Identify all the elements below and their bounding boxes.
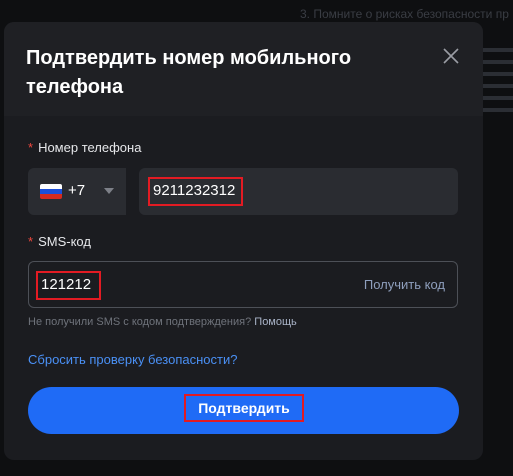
required-mark: * <box>28 234 34 249</box>
sms-code-value: 121212 <box>36 271 102 300</box>
confirm-button[interactable]: Подтвердить <box>28 387 459 434</box>
phone-input-value: 9211232312 <box>148 177 244 206</box>
russia-flag-icon <box>40 184 62 199</box>
background-text: 3. Помните о рисках безопасности пр <box>300 6 513 22</box>
phone-input[interactable]: 9211232312 <box>139 168 458 215</box>
modal-title: Подтвердить номер мобильного телефона <box>26 47 352 98</box>
verify-phone-modal: Подтвердить номер мобильного телефона * Н… <box>4 22 483 460</box>
sms-label-text: SMS-код <box>38 234 91 249</box>
modal-header: Подтвердить номер мобильного телефона <box>4 22 483 116</box>
get-code-button[interactable]: Получить код <box>364 277 445 292</box>
sms-hint: Не получили SMS с кодом подтверждения? П… <box>28 316 297 328</box>
close-icon[interactable] <box>439 44 463 68</box>
phone-label-text: Номер телефона <box>38 140 142 155</box>
sms-hint-text: Не получили SMS с кодом подтверждения? <box>28 316 252 328</box>
help-link[interactable]: Помощь <box>254 316 297 328</box>
country-code-select[interactable]: +7 <box>28 168 126 215</box>
country-code: +7 <box>68 182 86 199</box>
background-line: 3. Помните о рисках безопасности пр <box>300 7 509 21</box>
caret-down-icon <box>104 188 114 194</box>
reset-security-link[interactable]: Сбросить проверку безопасности? <box>28 352 237 367</box>
phone-label: * Номер телефона <box>28 140 141 155</box>
confirm-button-label: Подтвердить <box>184 394 304 422</box>
sms-code-input[interactable]: 121212 Получить код <box>28 261 458 308</box>
sms-label: * SMS-код <box>28 234 91 249</box>
required-mark: * <box>28 140 34 155</box>
